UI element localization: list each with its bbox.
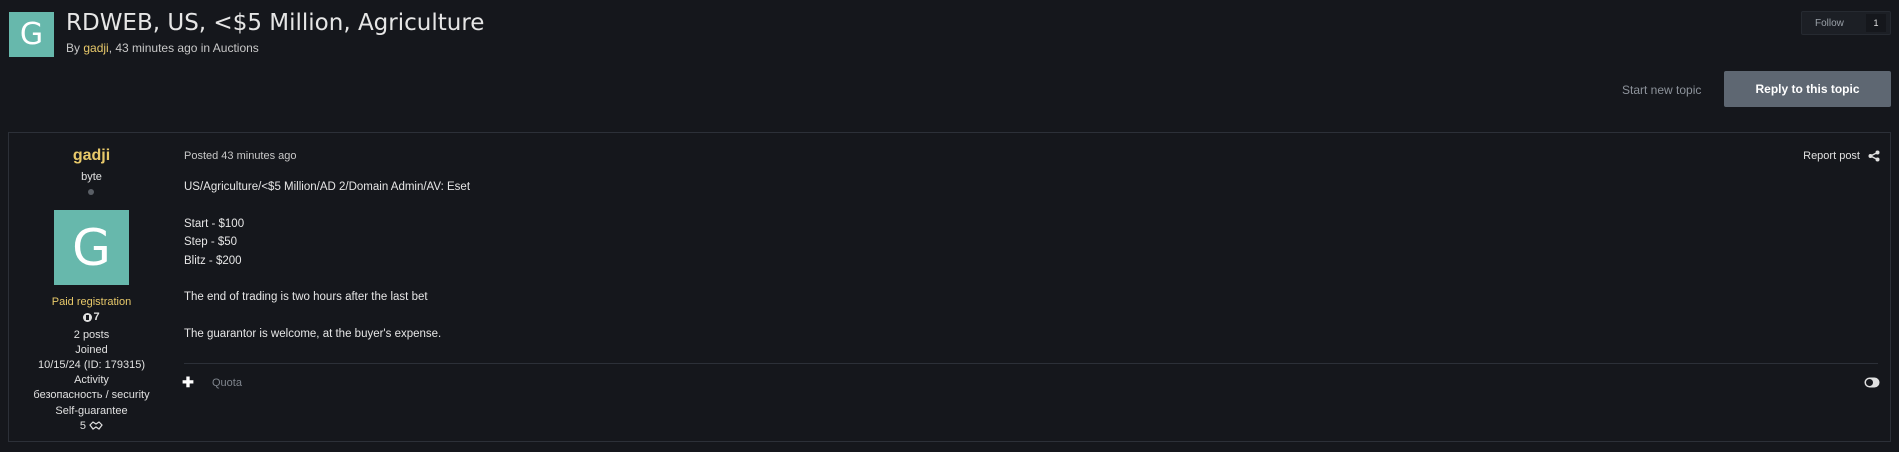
- author-reputation: 7: [9, 310, 174, 327]
- post-body-line: Start - $100: [184, 217, 245, 230]
- toggle-icon[interactable]: [1864, 377, 1880, 388]
- post-content: Posted 43 minutes ago Report post US/Agr…: [175, 133, 1890, 441]
- topic-meta: By gadji, 43 minutes ago in Auctions: [66, 41, 259, 55]
- start-new-topic-link[interactable]: Start new topic: [1622, 83, 1701, 97]
- post-author-rank: byte: [81, 171, 102, 183]
- plus-icon[interactable]: ✚: [180, 374, 196, 390]
- post-body-line: The end of trading is two hours after th…: [184, 291, 428, 304]
- topic-author-link[interactable]: gadji: [83, 41, 108, 55]
- author-joined-value: 10/15/24 (ID: 179315): [37, 358, 146, 371]
- post-body-line: Blitz - $200: [184, 254, 242, 267]
- handshake-icon: [89, 420, 103, 430]
- reply-to-topic-button[interactable]: Reply to this topic: [1724, 71, 1891, 107]
- reputation-value: 7: [93, 311, 100, 324]
- follow-count: 1: [1866, 14, 1886, 32]
- post-body: US/Agriculture/<$5 Million/AD 2/Domain A…: [184, 178, 470, 344]
- report-post-link[interactable]: Report post: [1803, 150, 1860, 162]
- quote-link[interactable]: Quota: [212, 377, 242, 389]
- post-date[interactable]: Posted 43 minutes ago: [184, 150, 297, 162]
- author-guarantee-label: Self-guarantee: [55, 404, 128, 417]
- post-body-line: US/Agriculture/<$5 Million/AD 2/Domain A…: [184, 181, 471, 193]
- meta-prefix: By: [66, 41, 84, 55]
- post-author-info: Paid registration 7 2 posts Joined 10/15…: [9, 295, 174, 434]
- author-joined-label: Joined: [75, 343, 108, 356]
- author-guarantee: 5: [9, 419, 174, 434]
- online-status-icon: [88, 189, 94, 195]
- post: gadji byte G Paid registration 7 2 posts…: [8, 132, 1891, 442]
- reputation-icon: [83, 313, 93, 323]
- share-icon[interactable]: [1868, 150, 1880, 162]
- author-activity-label: Activity: [74, 374, 109, 387]
- meta-suffix: , 43 minutes ago in Auctions: [108, 41, 259, 55]
- post-body-line: The guarantor is welcome, at the buyer's…: [184, 328, 442, 341]
- post-divider: [184, 363, 1878, 364]
- guarantee-value: 5: [79, 419, 87, 432]
- follow-label: Follow: [1815, 17, 1844, 29]
- author-group: Paid registration: [51, 296, 132, 308]
- topic-author-avatar[interactable]: G: [9, 12, 54, 57]
- follow-button[interactable]: Follow 1: [1801, 11, 1891, 35]
- author-activity-value: безопасность / security: [33, 389, 150, 402]
- topic-title: RDWEB, US, <$5 Million, Agriculture: [66, 10, 485, 36]
- post-author-name[interactable]: gadji: [9, 147, 174, 165]
- post-body-line: Step - $50: [184, 236, 238, 249]
- author-posts: 2 posts: [73, 328, 110, 341]
- post-author-avatar[interactable]: G: [54, 210, 129, 285]
